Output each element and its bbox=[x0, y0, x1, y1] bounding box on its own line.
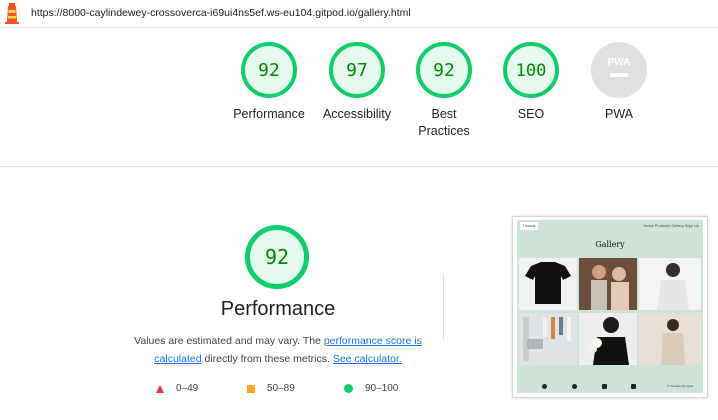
thumb-photo-flowers bbox=[579, 313, 637, 365]
detail-description: Values are estimated and may vary. The p… bbox=[125, 332, 431, 368]
thumb-photo-laptop bbox=[519, 313, 577, 365]
report-url[interactable]: https://8000-caylindewey-crossoverca-i69… bbox=[31, 7, 411, 19]
circle-icon bbox=[344, 384, 353, 393]
legend-pass: 90–100 bbox=[344, 383, 398, 394]
thumb-footer: © Threads All rights bbox=[517, 381, 703, 393]
score-ring: 92 bbox=[245, 225, 309, 289]
score-gauges: 92 Performance 97 Accessibility 92 Best … bbox=[0, 40, 718, 165]
score-ring: 92 bbox=[241, 42, 297, 98]
lighthouse-icon bbox=[5, 3, 19, 24]
legend-range: 50–89 bbox=[267, 383, 295, 394]
section-divider bbox=[0, 166, 718, 167]
top-bar: https://8000-caylindewey-crossoverca-i69… bbox=[0, 0, 718, 28]
thumb-body: Gallery bbox=[517, 234, 703, 381]
gauge-seo[interactable]: 100 SEO bbox=[486, 40, 576, 123]
detail-score: 92 bbox=[265, 245, 289, 269]
desc-text-2: directly from these metrics. bbox=[201, 353, 333, 365]
gauge-performance[interactable]: 92 Performance bbox=[224, 40, 314, 123]
thumb-logo: Threads bbox=[520, 222, 538, 230]
gauge-accessibility[interactable]: 97 Accessibility bbox=[312, 40, 402, 123]
pwa-badge-text: PWA bbox=[608, 57, 631, 68]
legend-range: 90–100 bbox=[365, 383, 399, 394]
thumb-photo-women bbox=[579, 258, 637, 310]
score-ring: 100 bbox=[503, 42, 559, 98]
thumb-photo-white-shirt bbox=[639, 258, 701, 310]
thumb-photo-beige bbox=[639, 313, 701, 365]
gauge-label: Accessibility bbox=[322, 107, 392, 121]
legend-fail: 0–49 bbox=[156, 383, 198, 394]
score-ring: 97 bbox=[329, 42, 385, 98]
gauge-score: 97 bbox=[346, 60, 368, 81]
thumb-navbar: Threads Home Products Gallery Sign Up bbox=[517, 220, 703, 234]
page-screenshot-thumbnail[interactable]: Threads Home Products Gallery Sign Up Ga… bbox=[512, 216, 708, 398]
vertical-divider bbox=[443, 274, 444, 340]
gauge-label: SEO bbox=[517, 107, 545, 121]
thumb-nav-links: Home Products Gallery Sign Up bbox=[643, 224, 699, 228]
gauge-score: 92 bbox=[258, 60, 280, 81]
performance-detail-gauge: 92 bbox=[243, 223, 311, 296]
gauge-pwa[interactable]: PWA PWA bbox=[574, 40, 664, 123]
facebook-icon bbox=[542, 384, 547, 389]
square-icon bbox=[247, 384, 255, 393]
score-ring: 92 bbox=[416, 42, 472, 98]
gauge-score: 100 bbox=[516, 61, 547, 81]
gauge-label: PWA bbox=[604, 107, 633, 121]
gauge-best-practices[interactable]: 92 Best Practices bbox=[399, 40, 489, 140]
gauge-label: Performance bbox=[233, 107, 305, 121]
legend-average: 50–89 bbox=[247, 383, 295, 394]
triangle-icon bbox=[156, 384, 164, 393]
thumb-title: Gallery bbox=[595, 240, 625, 249]
detail-title: Performance bbox=[220, 298, 336, 320]
desc-text-1: Values are estimated and may vary. The bbox=[134, 335, 324, 347]
youtube-icon bbox=[631, 384, 636, 389]
pwa-badge-icon: PWA bbox=[591, 42, 647, 98]
twitter-icon bbox=[602, 384, 607, 389]
see-calculator-link[interactable]: See calculator. bbox=[333, 353, 402, 365]
thumb-copyright: © Threads All rights bbox=[666, 384, 693, 388]
legend-range: 0–49 bbox=[176, 383, 199, 394]
gauge-label: Best Practices bbox=[418, 107, 470, 138]
gauge-score: 92 bbox=[433, 60, 455, 81]
thumb-photo-tshirt bbox=[519, 258, 577, 310]
instagram-icon bbox=[572, 384, 577, 389]
